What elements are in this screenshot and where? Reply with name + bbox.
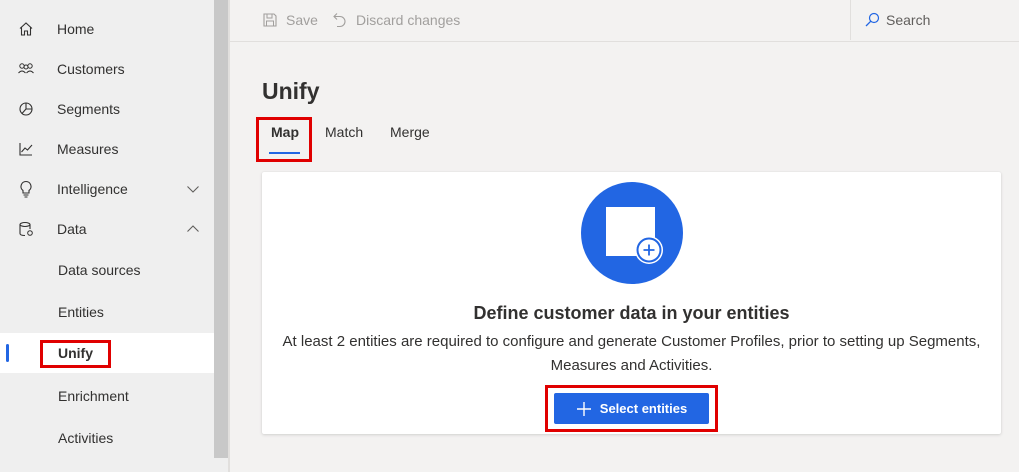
sidebar-item-customers[interactable]: Customers <box>0 49 214 89</box>
sidebar-subitem-activities[interactable]: Activities <box>0 418 214 458</box>
undo-icon <box>333 13 346 28</box>
empty-state-description: At least 2 entities are required to conf… <box>282 333 981 374</box>
empty-state-title: Define customer data in your entities <box>473 303 790 323</box>
sidebar-item-label: Entities <box>58 304 104 320</box>
sidebar-item-label: Intelligence <box>57 181 128 197</box>
highlight-box <box>545 385 718 432</box>
sidebar-subitem-unify[interactable]: Unify <box>0 333 214 373</box>
sidebar-item-segments[interactable]: Segments <box>0 89 214 129</box>
tab-merge[interactable]: Merge <box>390 124 430 140</box>
sidebar-item-label: Data <box>57 221 87 237</box>
measures-icon <box>17 140 35 158</box>
sidebar-subitem-entities[interactable]: Entities <box>0 292 214 332</box>
segments-icon <box>17 100 35 118</box>
sidebar-item-label: Enrichment <box>58 388 129 404</box>
save-button[interactable]: Save <box>262 0 318 40</box>
sidebar-item-data[interactable]: Data <box>0 209 214 249</box>
sidebar-divider <box>228 0 230 472</box>
sidebar-item-label: Segments <box>57 101 121 117</box>
sidebar-scrollbar[interactable] <box>214 0 228 458</box>
sidebar-nav: Home Customers Segments Measures Intelli… <box>0 0 214 472</box>
search-label: Search <box>886 12 931 28</box>
sidebar-item-label: Home <box>57 21 95 37</box>
data-icon <box>17 220 35 238</box>
highlight-box <box>40 340 111 368</box>
sidebar-item-label: Activities <box>58 430 114 446</box>
home-icon <box>17 20 35 38</box>
search-icon <box>865 12 880 27</box>
sidebar-item-label: Measures <box>57 141 119 157</box>
discard-changes-button[interactable]: Discard changes <box>332 0 460 40</box>
chevron-up-icon <box>186 222 200 236</box>
sidebar-item-label: Customers <box>57 61 125 77</box>
chevron-down-icon <box>186 182 200 196</box>
customers-icon <box>17 60 35 78</box>
save-icon <box>263 13 277 27</box>
scrollbar-gutter <box>214 458 228 472</box>
intelligence-icon <box>17 180 35 198</box>
tab-match[interactable]: Match <box>325 124 363 140</box>
sidebar-item-label: Data sources <box>58 262 141 278</box>
toolbar-divider <box>850 0 851 40</box>
sidebar-item-measures[interactable]: Measures <box>0 129 214 169</box>
discard-label: Discard changes <box>356 12 461 28</box>
add-entity-illustration <box>581 182 683 284</box>
save-label: Save <box>286 12 318 28</box>
sidebar-item-intelligence[interactable]: Intelligence <box>0 169 214 209</box>
command-bar: Save Discard changes Search <box>230 0 1019 42</box>
page-title: Unify <box>262 78 320 104</box>
search-box[interactable]: Search <box>864 0 930 40</box>
active-indicator <box>6 344 9 362</box>
highlight-box <box>256 117 312 162</box>
sidebar-subitem-enrichment[interactable]: Enrichment <box>0 376 214 416</box>
sidebar-subitem-data-sources[interactable]: Data sources <box>0 250 214 290</box>
sidebar-item-home[interactable]: Home <box>0 9 214 49</box>
